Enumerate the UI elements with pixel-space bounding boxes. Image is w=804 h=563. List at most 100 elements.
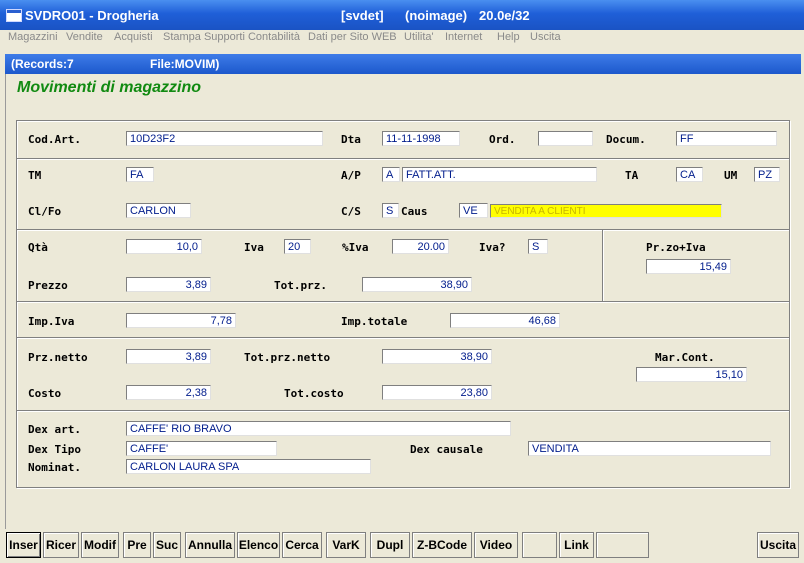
menu-utilita[interactable]: Utilita' bbox=[404, 31, 434, 43]
imp-totale-field[interactable]: 46,68 bbox=[450, 313, 560, 328]
tot-costo-field[interactable]: 23,80 bbox=[382, 385, 492, 400]
menu-vendite[interactable]: Vendite bbox=[66, 31, 103, 43]
separator bbox=[17, 410, 789, 412]
file-name: File:MOVIM) bbox=[150, 57, 220, 71]
dupl-button[interactable]: Dupl bbox=[370, 532, 410, 558]
iva-label: Iva bbox=[244, 241, 264, 254]
image-status: (noimage) bbox=[405, 8, 468, 23]
ricer-button[interactable]: Ricer bbox=[43, 532, 79, 558]
cs-label: C/S bbox=[341, 205, 361, 218]
qta-field[interactable]: 10,0 bbox=[126, 239, 202, 254]
iva-flag-label: Iva? bbox=[479, 241, 506, 254]
perc-iva-label: %Iva bbox=[342, 241, 369, 254]
nominat-field[interactable]: CARLON LAURA SPA bbox=[126, 459, 371, 474]
docum-label: Docum. bbox=[606, 133, 646, 146]
cod-art-field[interactable]: 10D23F2 bbox=[126, 131, 323, 146]
cerca-button[interactable]: Cerca bbox=[282, 532, 322, 558]
ord-field[interactable] bbox=[538, 131, 593, 146]
tm-field[interactable]: FA bbox=[126, 167, 154, 182]
menu-magazzini[interactable]: Magazzini bbox=[8, 31, 58, 43]
caus-description-field: VENDITA A CLIENTI bbox=[490, 204, 722, 218]
menu-dati-sito-web[interactable]: Dati per Sito WEB bbox=[308, 31, 397, 43]
inser-button[interactable]: Inser bbox=[6, 532, 41, 558]
video-button[interactable]: Video bbox=[474, 532, 518, 558]
imp-totale-label: Imp.totale bbox=[341, 315, 408, 328]
nominat-label: Nominat. bbox=[28, 461, 81, 474]
pre-button[interactable]: Pre bbox=[123, 532, 151, 558]
cod-art-label: Cod.Art. bbox=[28, 133, 81, 146]
docum-field[interactable]: FF bbox=[676, 131, 777, 146]
title-bar: SVDRO01 - Drogheria [svdet] (noimage) 20… bbox=[0, 0, 804, 30]
mar-cont-label: Mar.Cont. bbox=[655, 351, 715, 364]
dex-art-label: Dex art. bbox=[28, 423, 81, 436]
zbcode-button[interactable]: Z-BCode bbox=[412, 532, 472, 558]
elenco-button[interactable]: Elenco bbox=[237, 532, 280, 558]
separator-vertical bbox=[602, 230, 604, 301]
dex-tipo-label: Dex Tipo bbox=[28, 443, 81, 456]
costo-field[interactable]: 2,38 bbox=[126, 385, 211, 400]
um-field[interactable]: PZ bbox=[754, 167, 780, 182]
uscita-button[interactable]: Uscita bbox=[757, 532, 799, 558]
form-title: Movimenti di magazzino bbox=[17, 79, 202, 96]
records-count: (Records:7 bbox=[11, 57, 74, 71]
ap-label: A/P bbox=[341, 169, 361, 182]
prezzo-label: Prezzo bbox=[28, 279, 68, 292]
prz-netto-field[interactable]: 3,89 bbox=[126, 349, 211, 364]
ap-field[interactable]: A bbox=[382, 167, 400, 182]
menu-internet[interactable]: Internet bbox=[445, 31, 482, 43]
modif-button[interactable]: Modif bbox=[81, 532, 119, 558]
ta-label: TA bbox=[625, 169, 639, 182]
dta-field[interactable]: 11-11-1998 bbox=[382, 131, 460, 146]
dex-causale-field[interactable]: VENDITA bbox=[528, 441, 771, 456]
separator bbox=[17, 229, 789, 231]
annulla-button[interactable]: Annulla bbox=[185, 532, 235, 558]
tm-label: TM bbox=[28, 169, 42, 182]
menu-help[interactable]: Help bbox=[497, 31, 520, 43]
records-info-bar: (Records:7 File:MOVIM) bbox=[5, 54, 801, 74]
link-button[interactable]: Link bbox=[559, 532, 594, 558]
cs-field[interactable]: S bbox=[382, 203, 399, 218]
tot-prz-field[interactable]: 38,90 bbox=[362, 277, 472, 292]
caus-field[interactable]: VE bbox=[459, 203, 488, 218]
clfo-label: Cl/Fo bbox=[28, 205, 62, 218]
um-label: UM bbox=[724, 169, 738, 182]
menu-uscita[interactable]: Uscita bbox=[530, 31, 561, 43]
ta-field[interactable]: CA bbox=[676, 167, 703, 182]
dex-tipo-field[interactable]: CAFFE' bbox=[126, 441, 277, 456]
menu-bar: Magazzini Vendite Acquisti Stampa Suppor… bbox=[0, 30, 804, 47]
separator bbox=[17, 301, 789, 303]
clfo-field[interactable]: CARLON bbox=[126, 203, 191, 218]
version-label: 20.0e/32 bbox=[479, 8, 530, 23]
mar-cont-field[interactable]: 15,10 bbox=[636, 367, 747, 382]
perc-iva-field[interactable]: 20.00 bbox=[392, 239, 449, 254]
caus-label: Caus bbox=[401, 205, 428, 218]
dex-causale-label: Dex causale bbox=[410, 443, 483, 456]
prezzo-iva-label: Pr.zo+Iva bbox=[646, 241, 706, 254]
ap-description-field[interactable]: FATT.ATT. bbox=[402, 167, 597, 182]
iva-field[interactable]: 20 bbox=[284, 239, 311, 254]
dta-label: Dta bbox=[341, 133, 361, 146]
imp-iva-label: Imp.Iva bbox=[28, 315, 75, 328]
vark-button[interactable]: VarK bbox=[326, 532, 366, 558]
tot-costo-label: Tot.costo bbox=[284, 387, 344, 400]
app-window-icon[interactable] bbox=[6, 9, 22, 22]
menu-stampa-supporti[interactable]: Stampa Supporti Contabilità bbox=[163, 31, 300, 43]
menu-acquisti[interactable]: Acquisti bbox=[114, 31, 153, 43]
iva-flag-field[interactable]: S bbox=[528, 239, 548, 254]
suc-button[interactable]: Suc bbox=[153, 532, 181, 558]
window-title: SVDRO01 - Drogheria bbox=[25, 8, 159, 23]
prz-netto-label: Prz.netto bbox=[28, 351, 88, 364]
tot-prz-netto-label: Tot.prz.netto bbox=[244, 351, 331, 364]
blank-button[interactable] bbox=[596, 532, 649, 558]
tot-prz-netto-field[interactable]: 38,90 bbox=[382, 349, 492, 364]
imp-iva-field[interactable]: 7,78 bbox=[126, 313, 236, 328]
dex-art-field[interactable]: CAFFE' RIO BRAVO bbox=[126, 421, 511, 436]
prezzo-field[interactable]: 3,89 bbox=[126, 277, 211, 292]
program-name: [svdet] bbox=[341, 8, 384, 23]
separator bbox=[17, 337, 789, 339]
blank-button[interactable] bbox=[522, 532, 557, 558]
separator bbox=[17, 158, 789, 160]
prezzo-iva-field[interactable]: 15,49 bbox=[646, 259, 731, 274]
ord-label: Ord. bbox=[489, 133, 516, 146]
costo-label: Costo bbox=[28, 387, 62, 400]
